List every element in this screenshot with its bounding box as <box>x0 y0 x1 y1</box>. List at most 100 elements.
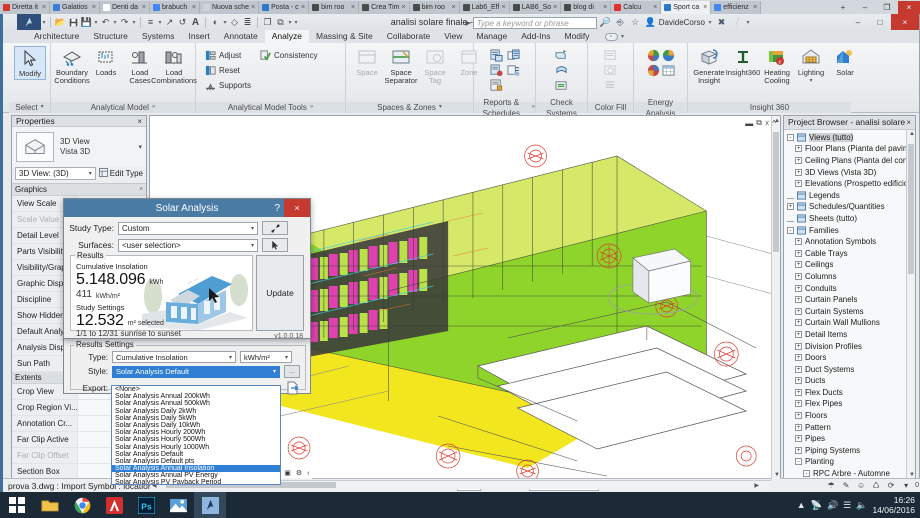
browser-tab[interactable]: Galatios × <box>50 1 100 14</box>
report-icon[interactable] <box>488 63 505 78</box>
redo-caret-icon[interactable]: ▾ <box>131 19 137 26</box>
tree-node[interactable]: + Cable Trays <box>784 247 915 259</box>
tree-node[interactable]: + Duct Systems <box>784 363 915 375</box>
lighting-button[interactable]: Lighting ▾ <box>795 46 827 85</box>
expand-icon[interactable]: + <box>795 412 802 420</box>
autocad-icon[interactable] <box>98 492 130 518</box>
browser-tab[interactable]: brabuch × <box>150 1 200 14</box>
edit-type-button[interactable]: Edit Type <box>98 168 143 179</box>
thin-lines-icon[interactable]: ≣ <box>241 16 254 29</box>
communication-center-icon[interactable]: ✖ <box>715 16 728 29</box>
tree-node[interactable]: + Pattern <box>784 421 915 433</box>
close-icon[interactable]: × <box>142 4 146 11</box>
tree-node[interactable]: + Division Profiles <box>784 340 915 352</box>
file-explorer-icon[interactable] <box>34 492 66 518</box>
browser-tab[interactable]: bim roo × <box>409 1 460 14</box>
redo-icon[interactable]: ↷ <box>118 16 131 29</box>
tree-node[interactable]: + Elevations (Prospetto edificio) <box>784 178 915 190</box>
close-icon[interactable]: × <box>703 4 707 11</box>
help-caret-icon[interactable]: ▾ <box>745 19 751 26</box>
close-icon[interactable]: × <box>553 4 557 11</box>
result-unit-dropdown[interactable]: kWh/m² ▾ <box>240 351 292 363</box>
space-button[interactable]: Space <box>351 46 383 78</box>
ribbon-tab-annotate[interactable]: Annotate <box>217 30 265 43</box>
expand-view-bar-icon[interactable]: ‹ <box>307 470 309 477</box>
measure-icon[interactable]: ≡ <box>144 16 157 29</box>
scroll-up-icon[interactable]: ▲ <box>909 131 915 137</box>
browser-tab[interactable]: blog di × <box>561 1 612 14</box>
style-browse-button[interactable]: ... <box>284 365 300 378</box>
analytical-model-icon[interactable]: ▣ <box>284 469 291 477</box>
close-view-icon[interactable]: ☓ <box>765 119 769 128</box>
browser-tab[interactable]: Diretta it × <box>0 1 50 14</box>
ribbon-tab-analyze[interactable]: Analyze <box>264 30 309 43</box>
reset-button[interactable]: Reset <box>201 63 254 77</box>
tree-node[interactable]: + Schedules/Quantities <box>784 201 915 213</box>
dropdown-option[interactable]: Solar Analysis Annual 500kWh <box>112 400 280 407</box>
boundary-conditions-button[interactable]: Boundary Conditions <box>54 46 90 86</box>
app-menu-caret-icon[interactable]: ▾ <box>41 19 47 26</box>
collapse-icon[interactable]: - <box>795 458 802 466</box>
exchange-apps-icon[interactable]: ⎆ <box>614 16 627 29</box>
panel-dialog-launcher-icon[interactable]: » <box>310 102 313 113</box>
restore-view-icon[interactable]: ⧉ <box>756 118 762 128</box>
taskbar-clock[interactable]: 16:26 14/06/2016 <box>872 495 915 515</box>
dropdown-option[interactable]: Solar Analysis Default pts <box>112 458 280 465</box>
save-icon[interactable] <box>67 16 80 29</box>
collapse-icon[interactable]: - <box>803 470 810 478</box>
close-icon[interactable]: × <box>92 4 96 11</box>
surfaces-dropdown[interactable]: <user selection> ▾ <box>118 238 258 252</box>
color-fill-legend-icon[interactable] <box>602 78 619 93</box>
tree-node[interactable]: - Planting <box>784 456 915 468</box>
tree-node[interactable]: + Floor Plans (Pianta del pavimen <box>784 143 915 155</box>
expand-icon[interactable]: + <box>795 145 802 153</box>
dropdown-option[interactable]: Solar Analysis Default <box>112 451 280 458</box>
close-icon[interactable]: × <box>192 4 196 11</box>
new-tab-button[interactable]: + <box>832 1 854 14</box>
scroll-up-icon[interactable]: ˄ <box>139 187 143 193</box>
panel-dialog-launcher-icon[interactable]: » <box>532 102 535 113</box>
close-icon[interactable]: × <box>351 4 355 11</box>
expand-icon[interactable]: + <box>787 203 794 211</box>
switch-windows-icon[interactable]: ⧉ <box>274 16 287 29</box>
solar-dialog-titlebar[interactable]: Solar Analysis ? × <box>64 199 310 217</box>
tree-node[interactable]: + Annotation Symbols <box>784 236 915 248</box>
scroll-down-icon[interactable]: ▼ <box>774 472 780 478</box>
expand-icon[interactable]: + <box>795 261 802 269</box>
browser-tab[interactable]: efficienz × <box>711 1 762 14</box>
tree-node[interactable]: + Pipes <box>784 433 915 445</box>
heating-cooling-button[interactable]: e Heating Cooling <box>761 46 793 86</box>
close-icon[interactable]: × <box>603 4 607 11</box>
panel-schedule-icon[interactable] <box>505 48 522 63</box>
study-settings-button[interactable] <box>262 221 288 235</box>
run-energy-sim-icon[interactable] <box>646 63 661 78</box>
ribbon-tab-manage[interactable]: Manage <box>469 30 514 43</box>
expand-icon[interactable]: + <box>795 319 802 327</box>
collapse-icon[interactable]: - <box>787 226 794 234</box>
collapse-icon[interactable]: - <box>787 133 794 141</box>
tree-node[interactable]: + Flex Ducts <box>784 387 915 399</box>
qat-customize-icon[interactable]: ▾ <box>293 19 299 26</box>
expand-icon[interactable]: + <box>795 400 802 408</box>
default-3d-view-icon[interactable]: ◐ <box>209 16 222 29</box>
reload-latest-icon[interactable]: ♺ <box>870 480 882 491</box>
find-icon[interactable]: 🔎 <box>599 16 612 29</box>
tree-node[interactable]: + Ceiling Plans (Pianta del contro <box>784 155 915 167</box>
duct-legend-icon[interactable] <box>602 48 619 63</box>
ribbon-tab-modify[interactable]: Modify <box>557 30 596 43</box>
close-icon[interactable]: × <box>906 118 911 127</box>
space-tag-button[interactable]: Space Tag <box>419 46 451 86</box>
show-disconnects-icon[interactable] <box>553 78 570 93</box>
revit-icon[interactable] <box>194 492 226 518</box>
photoshop-icon[interactable]: Ps <box>130 492 162 518</box>
close-icon[interactable]: × <box>401 4 405 11</box>
export-icon[interactable] <box>284 380 302 396</box>
aligned-dimension-icon[interactable]: ↗ <box>163 16 176 29</box>
save-as-icon[interactable]: 💾 <box>80 16 93 29</box>
expand-icon[interactable]: + <box>795 423 802 431</box>
browser-tab[interactable]: Lab6_Eff × <box>459 1 510 14</box>
tree-node[interactable]: + Ducts <box>784 375 915 387</box>
tree-node[interactable]: Legends <box>784 190 915 202</box>
color-scheme-icon[interactable] <box>488 78 505 93</box>
panel-title-select[interactable]: Select ▾ <box>9 102 50 113</box>
